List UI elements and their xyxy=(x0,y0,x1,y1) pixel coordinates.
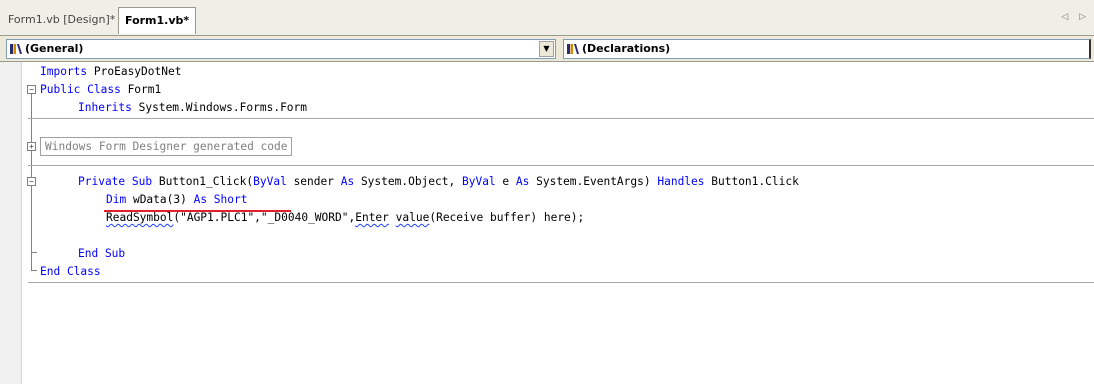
procedure-separator xyxy=(28,165,1094,166)
tab-form1-design[interactable]: Form1.vb [Design]* xyxy=(4,9,119,33)
class-name-value: (General) xyxy=(25,42,84,55)
code-editor[interactable]: − + − Imports ProEasyDotNet Public Class… xyxy=(0,62,1094,384)
outline-line-end xyxy=(31,270,37,271)
chevron-down-icon[interactable]: ▼ xyxy=(539,41,554,57)
method-name-combo[interactable]: (Declarations) xyxy=(563,39,1091,59)
method-icon xyxy=(567,44,579,54)
outline-line-end xyxy=(31,252,37,253)
code-line-readsymbol: ReadSymbol("AGP1.PLC1","_D0040_WORD",Ent… xyxy=(106,211,585,224)
code-line-2: Public Class Form1 xyxy=(40,83,162,96)
outline-line xyxy=(31,186,32,252)
class-separator xyxy=(28,282,1094,283)
collapsed-region[interactable]: Windows Form Designer generated code xyxy=(40,137,293,156)
method-name-value: (Declarations) xyxy=(582,42,671,55)
code-line-dim: Dim wData(3) As Short xyxy=(106,193,248,206)
navigation-bar: (General) ▼ (Declarations) xyxy=(0,36,1094,62)
code-line-1: Imports ProEasyDotNet xyxy=(40,65,182,78)
tab-form1-code[interactable]: Form1.vb* xyxy=(118,7,197,34)
expand-icon[interactable]: + xyxy=(27,142,36,151)
collapse-icon[interactable]: − xyxy=(27,177,36,186)
tab-scroll-arrows-icon[interactable]: ◁ ▷ xyxy=(1061,12,1090,22)
code-line-sub-declaration: Private Sub Button1_Click(ByVal sender A… xyxy=(78,175,799,188)
code-line-end-class: End Class xyxy=(40,265,101,278)
code-line-3: Inherits System.Windows.Forms.Form xyxy=(78,101,308,114)
procedure-separator xyxy=(28,118,1094,119)
selection-margin xyxy=(0,62,22,384)
document-tab-strip: Form1.vb [Design]* Form1.vb* ◁ ▷ xyxy=(0,0,1094,36)
code-line-end-sub: End Sub xyxy=(78,247,126,260)
class-icon xyxy=(10,44,22,54)
class-name-combo[interactable]: (General) ▼ xyxy=(6,39,556,59)
